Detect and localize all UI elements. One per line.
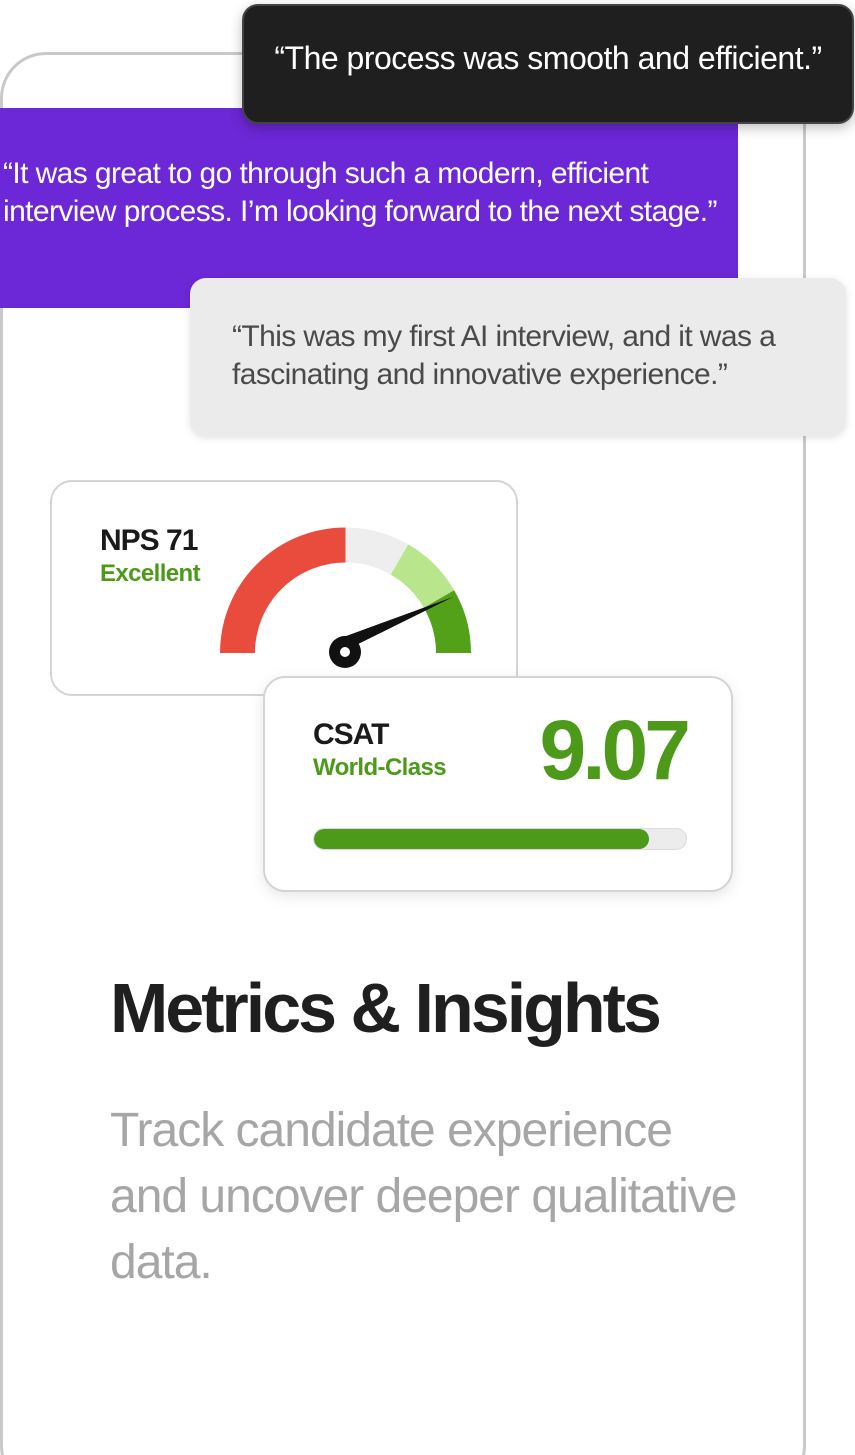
testimonial-gray: “This was my first AI interview, and it … <box>190 278 846 436</box>
section-heading: Metrics & Insights <box>110 969 662 1047</box>
csat-card: CSAT World-Class 9.07 <box>263 676 733 892</box>
gauge-segment-poor <box>220 527 347 654</box>
nps-label: NPS 71 <box>100 524 198 557</box>
gauge-segment-neutral <box>344 527 409 575</box>
nps-gauge <box>220 527 471 668</box>
csat-score: 9.07 <box>539 703 691 797</box>
nps-rating: Excellent <box>100 560 201 587</box>
gauge-segment-excellent <box>423 590 471 654</box>
testimonial-gray-text: “This was my first AI interview, and it … <box>232 320 776 391</box>
nps-card: NPS 71 Excellent <box>50 480 518 696</box>
csat-rating: World-Class <box>313 754 447 781</box>
testimonial-dark: “The process was smooth and efficient.” <box>242 4 854 124</box>
testimonial-purple-text: “It was great to go through such a moder… <box>3 157 717 228</box>
testimonial-dark-text: “The process was smooth and efficient.” <box>274 39 822 76</box>
section-description: Track candidate experience and uncover d… <box>110 1104 737 1289</box>
gauge-segment-good <box>390 544 455 609</box>
csat-progress-bar <box>313 828 687 850</box>
csat-progress-fill <box>314 829 649 849</box>
metrics-insights-panel: “It was great to go through such a moder… <box>0 0 855 1455</box>
csat-label: CSAT <box>313 718 389 751</box>
